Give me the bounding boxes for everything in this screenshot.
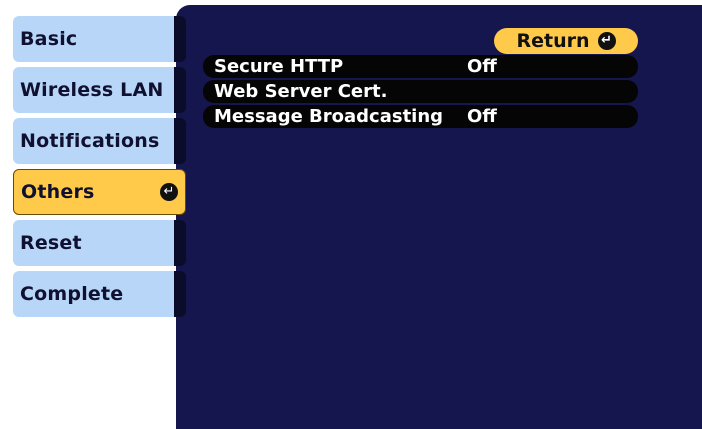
sidebar-item-label: Others: [21, 181, 95, 203]
setting-value: Off: [467, 56, 497, 77]
sidebar-item-reset[interactable]: Reset: [13, 220, 186, 266]
sidebar-item-label: Notifications: [20, 130, 160, 152]
sidebar-item-label: Basic: [20, 28, 78, 50]
setting-row-web-server-cert[interactable]: Web Server Cert.: [203, 80, 638, 103]
sidebar-item-complete[interactable]: Complete: [13, 271, 186, 317]
sidebar-item-label: Reset: [20, 232, 82, 254]
setting-row-message-broadcasting[interactable]: Message Broadcasting Off: [203, 105, 638, 128]
setting-label: Message Broadcasting: [214, 106, 444, 127]
return-button[interactable]: Return ↵: [494, 28, 638, 54]
return-label: Return: [516, 30, 590, 52]
setting-value: Off: [467, 106, 497, 127]
setting-row-secure-http[interactable]: Secure HTTP Off: [203, 55, 638, 78]
enter-icon: ↵: [597, 32, 616, 50]
sidebar-item-notifications[interactable]: Notifications: [13, 118, 186, 164]
sidebar-item-label: Complete: [20, 283, 124, 305]
sidebar-item-label: Wireless LAN: [20, 79, 164, 101]
sidebar-item-wireless-lan[interactable]: Wireless LAN: [13, 67, 186, 113]
enter-icon: ↵: [160, 183, 178, 201]
setting-label: Web Server Cert.: [214, 81, 388, 102]
setting-label: Secure HTTP: [214, 56, 344, 77]
sidebar-item-others[interactable]: Others ↵: [13, 169, 186, 215]
sidebar-item-basic[interactable]: Basic: [13, 16, 186, 62]
